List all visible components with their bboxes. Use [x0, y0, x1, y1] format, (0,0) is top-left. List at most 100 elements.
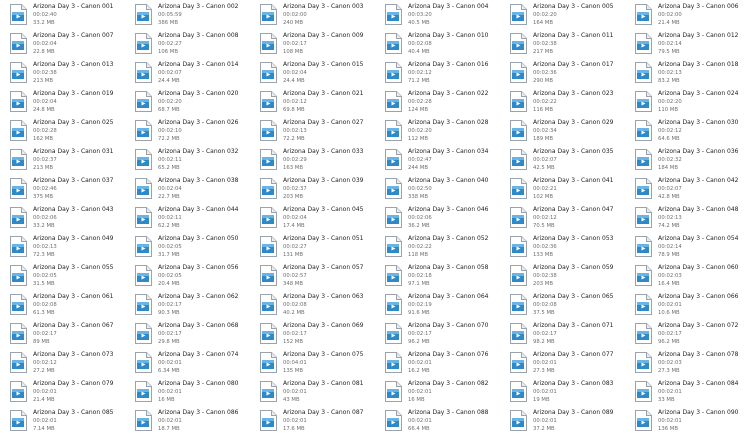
file-tile[interactable]: Arizona Day 3 - Canon 031 00:02:37 213 M…	[5, 146, 130, 175]
file-tile[interactable]: Arizona Day 3 - Canon 063 00:02:08 40.2 …	[255, 291, 380, 320]
file-tile[interactable]: Arizona Day 3 - Canon 062 00:02:17 90.3 …	[130, 291, 255, 320]
file-tile[interactable]: Arizona Day 3 - Canon 075 00:04:01 135 M…	[255, 349, 380, 378]
video-file-icon	[135, 207, 152, 228]
file-tile[interactable]: Arizona Day 3 - Canon 085 00:02:01 7.14 …	[5, 407, 130, 436]
file-tile[interactable]: Arizona Day 3 - Canon 043 00:02:06 33.2 …	[5, 204, 130, 233]
file-tile[interactable]: Arizona Day 3 - Canon 011 00:02:38 217 M…	[505, 30, 630, 59]
file-size: 61.3 MB	[33, 310, 55, 316]
file-tile[interactable]: Arizona Day 3 - Canon 084 00:02:01 33 MB	[630, 378, 749, 407]
file-tile[interactable]: Arizona Day 3 - Canon 090 00:02:01 136 M…	[630, 407, 749, 436]
file-tile[interactable]: Arizona Day 3 - Canon 025 00:02:28 162 M…	[5, 117, 130, 146]
file-tile[interactable]: Arizona Day 3 - Canon 074 00:02:01 6.34 …	[130, 349, 255, 378]
file-tile[interactable]: Arizona Day 3 - Canon 015 00:02:04 24.4 …	[255, 59, 380, 88]
file-tile[interactable]: Arizona Day 3 - Canon 022 00:02:28 124 M…	[380, 88, 505, 117]
file-tile[interactable]: Arizona Day 3 - Canon 034 00:02:47 244 M…	[380, 146, 505, 175]
file-tile[interactable]: Arizona Day 3 - Canon 030 00:02:12 64.6 …	[630, 117, 749, 146]
file-tile[interactable]: Arizona Day 3 - Canon 027 00:02:13 72.2 …	[255, 117, 380, 146]
file-tile[interactable]: Arizona Day 3 - Canon 028 00:02:20 112 M…	[380, 117, 505, 146]
file-tile[interactable]: Arizona Day 3 - Canon 076 00:02:01 16.2 …	[380, 349, 505, 378]
file-tile[interactable]: Arizona Day 3 - Canon 009 00:02:17 108 M…	[255, 30, 380, 59]
file-tile[interactable]: Arizona Day 3 - Canon 012 00:02:14 79.5 …	[630, 30, 749, 59]
file-tile[interactable]: Arizona Day 3 - Canon 060 00:02:03 16.4 …	[630, 262, 749, 291]
file-tile[interactable]: Arizona Day 3 - Canon 019 00:02:04 24.8 …	[5, 88, 130, 117]
file-size: 31.7 MB	[158, 252, 180, 258]
file-tile[interactable]: Arizona Day 3 - Canon 023 00:02:22 116 M…	[505, 88, 630, 117]
file-tile[interactable]: Arizona Day 3 - Canon 055 00:02:05 31.5 …	[5, 262, 130, 291]
file-tile[interactable]: Arizona Day 3 - Canon 021 00:02:12 69.8 …	[255, 88, 380, 117]
file-name: Arizona Day 3 - Canon 020	[158, 90, 239, 97]
file-tile[interactable]: Arizona Day 3 - Canon 067 00:02:17 89 MB	[5, 320, 130, 349]
file-tile[interactable]: Arizona Day 3 - Canon 071 00:02:17 98.2 …	[505, 320, 630, 349]
file-tile[interactable]: Arizona Day 3 - Canon 050 00:02:05 31.7 …	[130, 233, 255, 262]
file-tile[interactable]: Arizona Day 3 - Canon 037 00:02:46 375 M…	[5, 175, 130, 204]
file-tile[interactable]: Arizona Day 3 - Canon 072 00:02:17 96.2 …	[630, 320, 749, 349]
file-tile[interactable]: Arizona Day 3 - Canon 088 00:02:01 66.4 …	[380, 407, 505, 436]
file-tile[interactable]: Arizona Day 3 - Canon 047 00:02:12 70.5 …	[505, 204, 630, 233]
file-tile[interactable]: Arizona Day 3 - Canon 059 00:02:38 203 M…	[505, 262, 630, 291]
video-file-icon	[385, 207, 402, 228]
file-tile[interactable]: Arizona Day 3 - Canon 064 00:02:19 91.6 …	[380, 291, 505, 320]
file-tile[interactable]: Arizona Day 3 - Canon 001 00:02:40 33.2 …	[5, 1, 130, 30]
file-tile[interactable]: Arizona Day 3 - Canon 086 00:02:01 18.7 …	[130, 407, 255, 436]
file-tile[interactable]: Arizona Day 3 - Canon 066 00:02:01 10.6 …	[630, 291, 749, 320]
file-tile[interactable]: Arizona Day 3 - Canon 017 00:02:36 290 M…	[505, 59, 630, 88]
file-tile[interactable]: Arizona Day 3 - Canon 024 00:02:20 110 M…	[630, 88, 749, 117]
file-tile[interactable]: Arizona Day 3 - Canon 018 00:02:13 83.2 …	[630, 59, 749, 88]
file-tile[interactable]: Arizona Day 3 - Canon 048 00:02:13 74.2 …	[630, 204, 749, 233]
file-size: 108 MB	[283, 49, 303, 55]
file-tile[interactable]: Arizona Day 3 - Canon 069 00:02:17 152 M…	[255, 320, 380, 349]
file-tile[interactable]: Arizona Day 3 - Canon 080 00:02:01 16 MB	[130, 378, 255, 407]
file-tile[interactable]: Arizona Day 3 - Canon 029 00:02:34 189 M…	[505, 117, 630, 146]
file-tile[interactable]: Arizona Day 3 - Canon 068 00:02:17 29.8 …	[130, 320, 255, 349]
file-tile[interactable]: Arizona Day 3 - Canon 020 00:02:20 68.7 …	[130, 88, 255, 117]
file-tile[interactable]: Arizona Day 3 - Canon 078 00:02:03 27.3 …	[630, 349, 749, 378]
file-tile[interactable]: Arizona Day 3 - Canon 082 00:02:01 16 MB	[380, 378, 505, 407]
file-tile[interactable]: Arizona Day 3 - Canon 073 00:02:12 27.2 …	[5, 349, 130, 378]
video-file-icon	[635, 91, 652, 112]
file-tile[interactable]: Arizona Day 3 - Canon 070 00:02:17 96.2 …	[380, 320, 505, 349]
file-tile[interactable]: Arizona Day 3 - Canon 051 00:02:27 131 M…	[255, 233, 380, 262]
file-tile[interactable]: Arizona Day 3 - Canon 014 00:02:07 24.4 …	[130, 59, 255, 88]
video-file-icon	[635, 207, 652, 228]
file-tile[interactable]: Arizona Day 3 - Canon 089 00:02:01 37.2 …	[505, 407, 630, 436]
file-tile[interactable]: Arizona Day 3 - Canon 049 00:02:13 72.3 …	[5, 233, 130, 262]
file-tile[interactable]: Arizona Day 3 - Canon 005 00:02:20 164 M…	[505, 1, 630, 30]
file-tile[interactable]: Arizona Day 3 - Canon 065 00:02:08 37.5 …	[505, 291, 630, 320]
file-tile[interactable]: Arizona Day 3 - Canon 079 00:02:01 21.4 …	[5, 378, 130, 407]
file-tile[interactable]: Arizona Day 3 - Canon 041 00:02:21 102 M…	[505, 175, 630, 204]
file-tile[interactable]: Arizona Day 3 - Canon 007 00:02:04 22.8 …	[5, 30, 130, 59]
file-tile[interactable]: Arizona Day 3 - Canon 077 00:02:01 27.3 …	[505, 349, 630, 378]
file-tile[interactable]: Arizona Day 3 - Canon 042 00:02:07 42.8 …	[630, 175, 749, 204]
file-tile[interactable]: Arizona Day 3 - Canon 039 00:02:37 203 M…	[255, 175, 380, 204]
file-tile[interactable]: Arizona Day 3 - Canon 058 00:02:18 97.1 …	[380, 262, 505, 291]
file-tile[interactable]: Arizona Day 3 - Canon 052 00:02:22 118 M…	[380, 233, 505, 262]
file-tile[interactable]: Arizona Day 3 - Canon 013 00:02:38 213 M…	[5, 59, 130, 88]
file-tile[interactable]: Arizona Day 3 - Canon 008 00:02:27 106 M…	[130, 30, 255, 59]
file-tile[interactable]: Arizona Day 3 - Canon 002 00:05:59 386 M…	[130, 1, 255, 30]
file-tile[interactable]: Arizona Day 3 - Canon 040 00:02:50 338 M…	[380, 175, 505, 204]
file-tile[interactable]: Arizona Day 3 - Canon 032 00:02:11 65.2 …	[130, 146, 255, 175]
file-name: Arizona Day 3 - Canon 008	[158, 32, 239, 39]
file-tile[interactable]: Arizona Day 3 - Canon 033 00:02:29 163 M…	[255, 146, 380, 175]
file-tile[interactable]: Arizona Day 3 - Canon 038 00:02:04 22.7 …	[130, 175, 255, 204]
file-tile[interactable]: Arizona Day 3 - Canon 016 00:02:12 71.2 …	[380, 59, 505, 88]
file-tile[interactable]: Arizona Day 3 - Canon 045 00:02:04 17.4 …	[255, 204, 380, 233]
file-tile[interactable]: Arizona Day 3 - Canon 081 00:02:01 43 MB	[255, 378, 380, 407]
file-tile[interactable]: Arizona Day 3 - Canon 044 00:02:11 62.2 …	[130, 204, 255, 233]
file-tile[interactable]: Arizona Day 3 - Canon 087 00:02:01 17.6 …	[255, 407, 380, 436]
video-file-icon	[135, 265, 152, 286]
file-tile[interactable]: Arizona Day 3 - Canon 035 00:02:07 42.5 …	[505, 146, 630, 175]
file-tile[interactable]: Arizona Day 3 - Canon 036 00:02:32 184 M…	[630, 146, 749, 175]
file-tile[interactable]: Arizona Day 3 - Canon 003 00:02:00 240 M…	[255, 1, 380, 30]
file-tile[interactable]: Arizona Day 3 - Canon 083 00:02:01 19 MB	[505, 378, 630, 407]
file-tile[interactable]: Arizona Day 3 - Canon 054 00:02:14 78.9 …	[630, 233, 749, 262]
file-tile[interactable]: Arizona Day 3 - Canon 057 00:02:57 348 M…	[255, 262, 380, 291]
file-tile[interactable]: Arizona Day 3 - Canon 061 00:02:08 61.3 …	[5, 291, 130, 320]
file-tile[interactable]: Arizona Day 3 - Canon 006 00:02:00 21.4 …	[630, 1, 749, 30]
file-tile[interactable]: Arizona Day 3 - Canon 053 00:02:36 133 M…	[505, 233, 630, 262]
file-tile[interactable]: Arizona Day 3 - Canon 004 00:03:20 40.5 …	[380, 1, 505, 30]
file-tile[interactable]: Arizona Day 3 - Canon 046 00:02:06 36.2 …	[380, 204, 505, 233]
file-tile[interactable]: Arizona Day 3 - Canon 056 00:02:05 20.4 …	[130, 262, 255, 291]
file-tile[interactable]: Arizona Day 3 - Canon 010 00:02:08 40.4 …	[380, 30, 505, 59]
file-tile[interactable]: Arizona Day 3 - Canon 026 00:02:10 72.2 …	[130, 117, 255, 146]
